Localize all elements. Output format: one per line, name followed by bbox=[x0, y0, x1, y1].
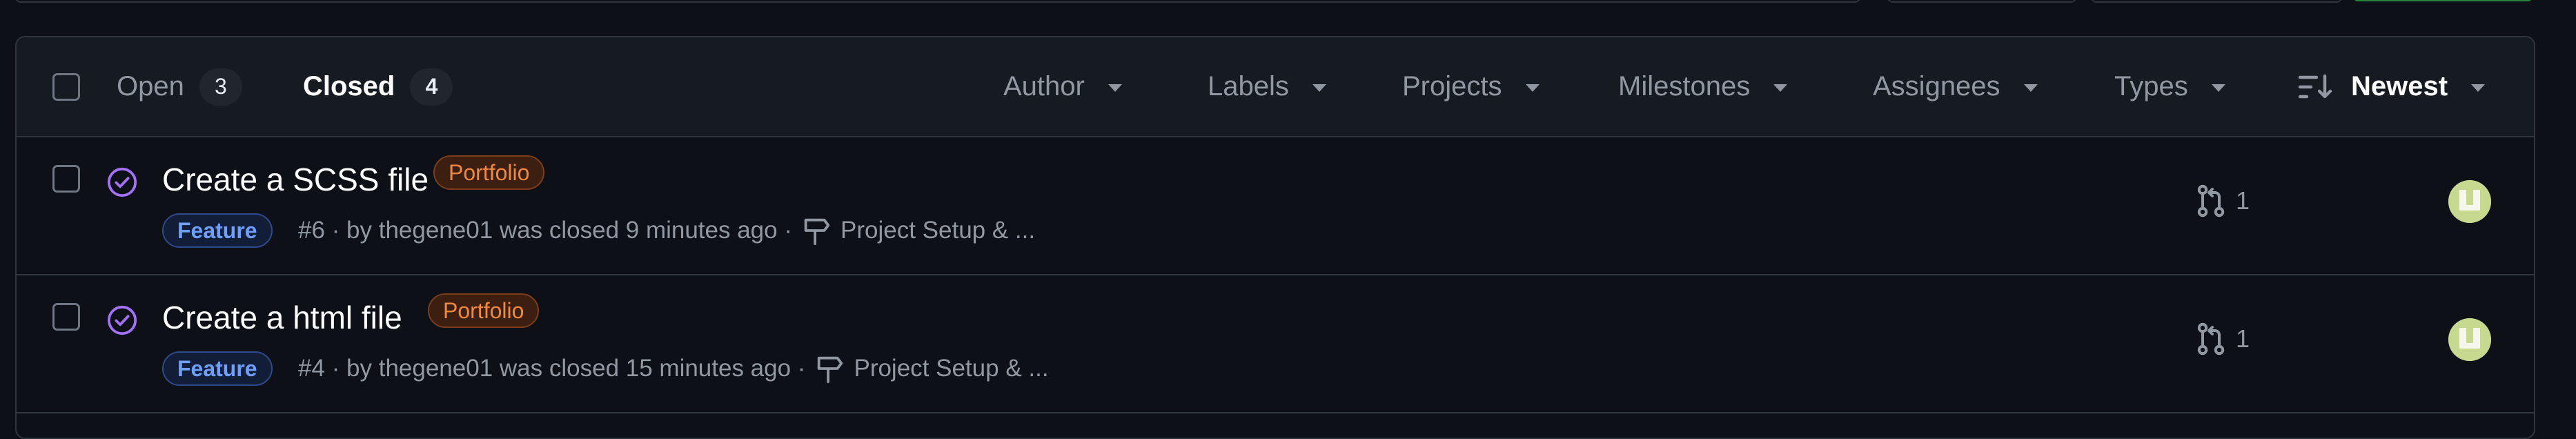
issue-type-label[interactable]: Feature bbox=[162, 351, 273, 386]
closed-count-badge: 4 bbox=[410, 68, 453, 106]
issue-row[interactable]: Create a html file Portfolio Feature #4 … bbox=[17, 275, 2534, 413]
assignee-avatar[interactable] bbox=[2448, 180, 2491, 223]
issues-list: Open 3 Closed 4 Author Labels Projects M… bbox=[15, 36, 2535, 439]
milestone-link[interactable]: Project Setup & ... bbox=[840, 217, 1035, 244]
identicon-image bbox=[2448, 180, 2491, 223]
select-all-checkbox[interactable] bbox=[52, 73, 80, 101]
chevron-down-icon bbox=[2471, 84, 2486, 92]
portfolio-label[interactable]: Portfolio bbox=[433, 155, 545, 190]
sort-desc-icon bbox=[2298, 74, 2332, 98]
tab-open-label: Open bbox=[117, 71, 184, 101]
assignees-filter[interactable]: Assignees bbox=[1873, 37, 2038, 136]
issue-title-link[interactable]: Create a html file bbox=[162, 299, 402, 336]
linked-pr-link[interactable]: 1 bbox=[2196, 322, 2250, 355]
issue-checkbox[interactable] bbox=[52, 303, 80, 331]
milestone-icon bbox=[818, 356, 843, 384]
open-count-badge: 3 bbox=[199, 68, 242, 106]
linked-pr-count: 1 bbox=[2236, 324, 2250, 353]
labels-button[interactable] bbox=[1887, 0, 2076, 3]
assignees-filter-label: Assignees bbox=[1873, 71, 2000, 101]
issue-meta: #6 · by thegene01 was closed 9 minutes a… bbox=[298, 213, 1035, 248]
chevron-down-icon bbox=[2211, 84, 2225, 92]
labels-filter[interactable]: Labels bbox=[1208, 37, 1326, 136]
linked-pr-count: 1 bbox=[2236, 186, 2250, 215]
identicon-image bbox=[2448, 318, 2491, 361]
milestone-link[interactable]: Project Setup & ... bbox=[854, 355, 1048, 382]
types-filter[interactable]: Types bbox=[2114, 37, 2225, 136]
issue-closed-icon bbox=[107, 305, 137, 335]
issue-meta-text: #4 · by thegene01 was closed 15 minutes … bbox=[298, 355, 806, 382]
milestone-icon bbox=[804, 218, 830, 246]
tab-closed-label: Closed bbox=[303, 71, 395, 101]
git-pull-request-icon bbox=[2197, 322, 2225, 355]
issue-row[interactable]: Create a SCSS file Portfolio Feature #6 … bbox=[17, 137, 2534, 275]
git-pull-request-icon bbox=[2197, 184, 2225, 217]
milestones-filter[interactable]: Milestones bbox=[1618, 37, 1788, 136]
projects-filter[interactable]: Projects bbox=[1402, 37, 1540, 136]
issue-title-link[interactable]: Create a SCSS file bbox=[162, 161, 429, 198]
issue-checkbox[interactable] bbox=[52, 165, 80, 193]
chevron-down-icon bbox=[2023, 84, 2038, 92]
sort-dropdown[interactable]: Newest bbox=[2297, 37, 2486, 136]
issue-meta-text: #6 · by thegene01 was closed 9 minutes a… bbox=[298, 217, 792, 244]
new-issue-button[interactable] bbox=[2353, 0, 2533, 1]
author-filter[interactable]: Author bbox=[1003, 37, 1122, 136]
issue-type-label[interactable]: Feature bbox=[162, 213, 273, 248]
milestones-filter-label: Milestones bbox=[1618, 71, 1751, 101]
chevron-down-icon bbox=[1312, 84, 1326, 92]
issue-closed-icon bbox=[107, 167, 137, 197]
projects-filter-label: Projects bbox=[1402, 71, 1502, 101]
chevron-down-icon bbox=[1108, 84, 1122, 92]
linked-pr-link[interactable]: 1 bbox=[2196, 184, 2250, 217]
labels-filter-label: Labels bbox=[1208, 71, 1289, 101]
chevron-down-icon bbox=[1773, 84, 1788, 92]
search-input[interactable] bbox=[15, 0, 1860, 3]
sort-label: Newest bbox=[2351, 71, 2448, 101]
assignee-avatar[interactable] bbox=[2448, 318, 2491, 361]
author-filter-label: Author bbox=[1003, 71, 1085, 101]
portfolio-label[interactable]: Portfolio bbox=[428, 293, 540, 328]
tab-closed[interactable]: Closed 4 bbox=[303, 37, 453, 136]
chevron-down-icon bbox=[1525, 84, 1540, 92]
issues-list-header: Open 3 Closed 4 Author Labels Projects M… bbox=[17, 37, 2534, 137]
issue-meta: #4 · by thegene01 was closed 15 minutes … bbox=[298, 351, 1049, 386]
milestones-button[interactable] bbox=[2091, 0, 2342, 3]
tab-open[interactable]: Open 3 bbox=[117, 37, 242, 136]
top-toolbar bbox=[0, 0, 2576, 33]
types-filter-label: Types bbox=[2114, 71, 2188, 101]
